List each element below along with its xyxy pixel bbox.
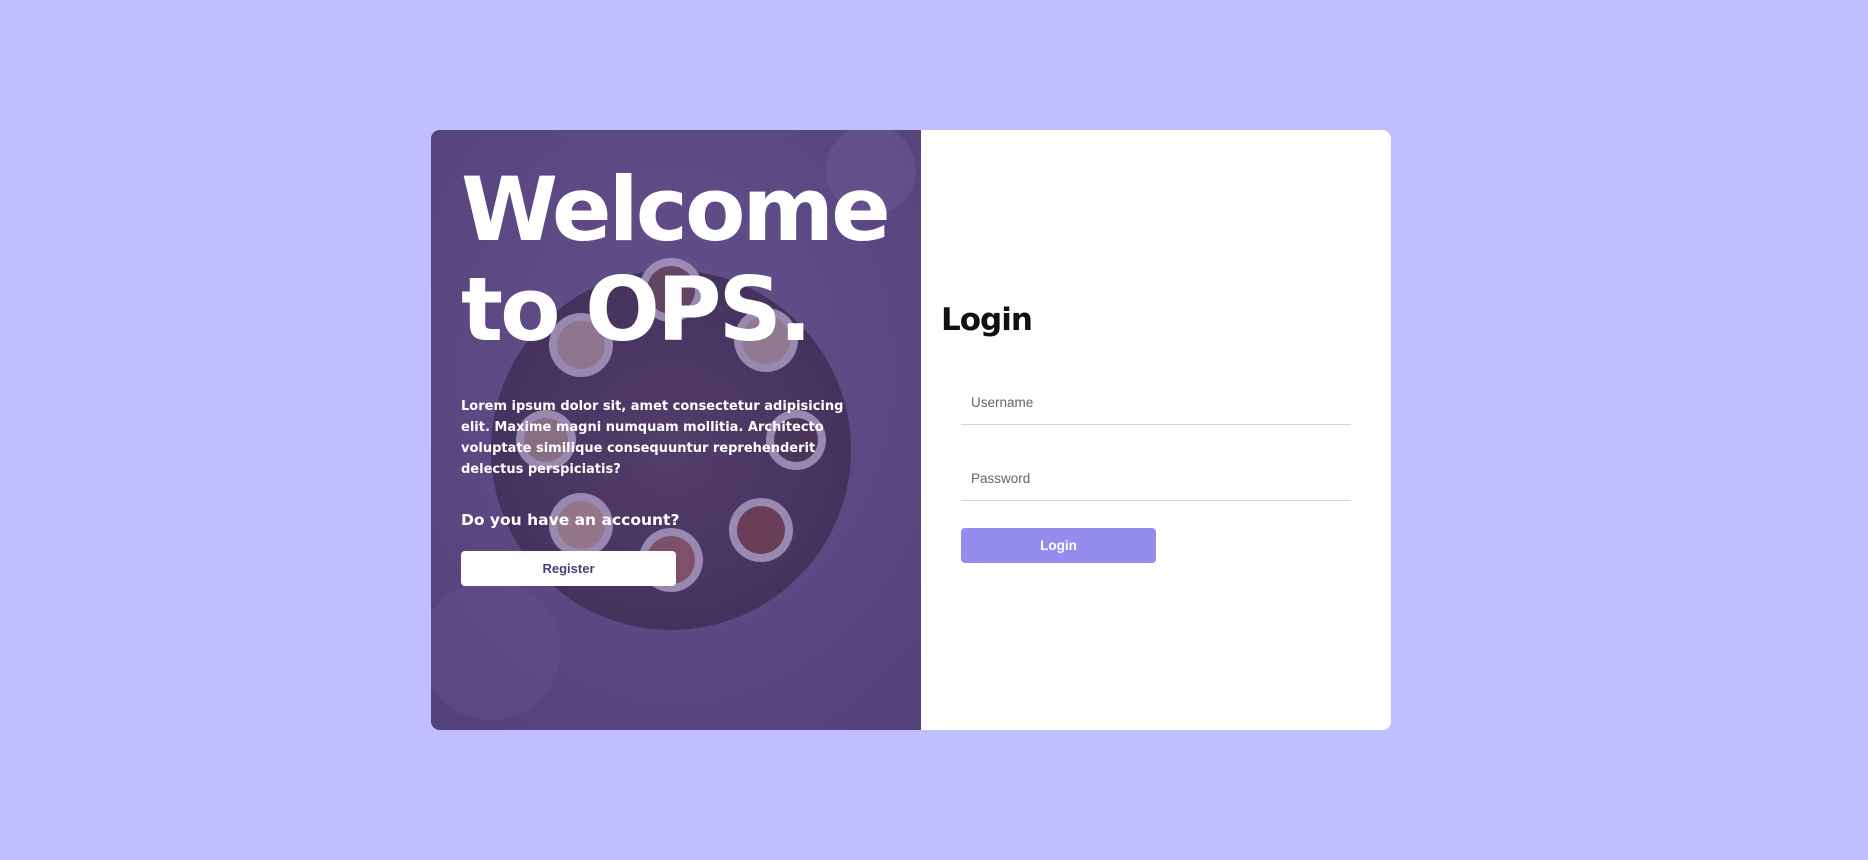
welcome-description: Lorem ipsum dolor sit, amet consectetur …: [461, 399, 844, 477]
username-input[interactable]: [961, 381, 1351, 425]
login-panel: Login Login: [921, 130, 1391, 730]
password-input[interactable]: [961, 457, 1351, 501]
account-question: Do you have an account?: [461, 511, 680, 529]
welcome-heading: Welcome to OPS.: [461, 158, 891, 361]
login-button[interactable]: Login: [961, 528, 1156, 563]
login-title: Login: [941, 302, 1033, 338]
auth-card: Welcome to OPS. Lorem ipsum dolor sit, a…: [431, 130, 1391, 730]
welcome-panel: Welcome to OPS. Lorem ipsum dolor sit, a…: [431, 130, 921, 730]
register-button[interactable]: Register: [461, 551, 676, 586]
welcome-content: Welcome to OPS. Lorem ipsum dolor sit, a…: [461, 158, 891, 586]
welcome-heading-line1: Welcome: [461, 158, 891, 261]
welcome-heading-line2: to OPS.: [461, 258, 812, 361]
